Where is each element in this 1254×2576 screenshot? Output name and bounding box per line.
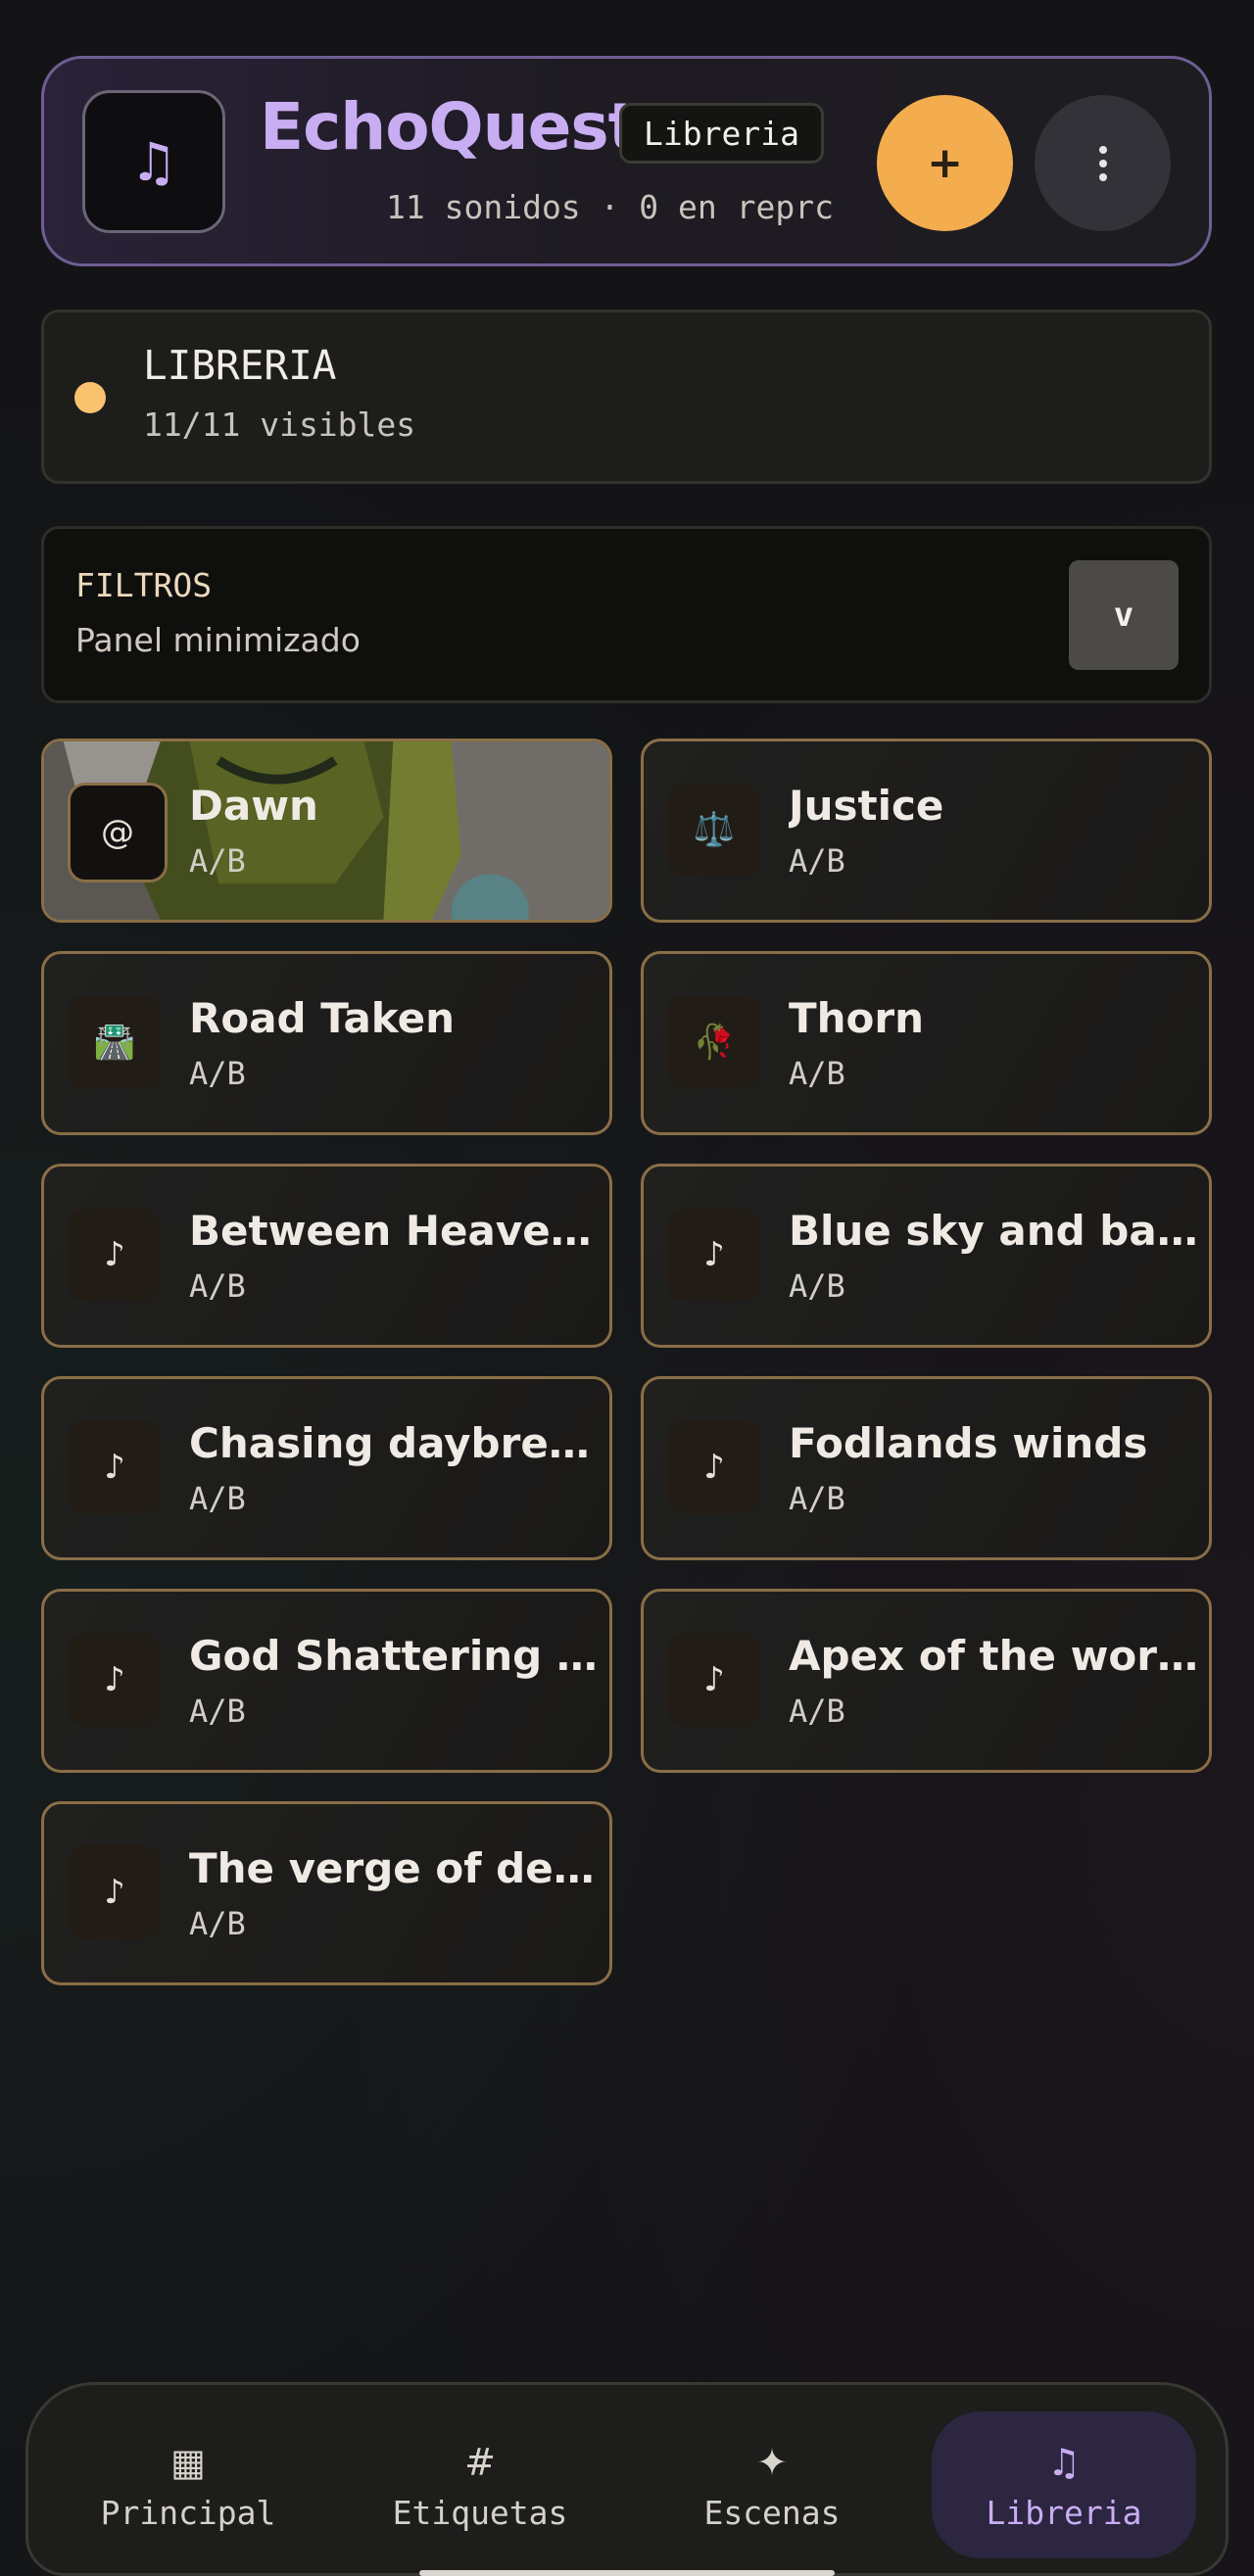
add-sound-button[interactable]: + (877, 95, 1013, 231)
section-badge: Libreria (619, 103, 824, 164)
filters-state: Panel minimizado (75, 621, 361, 659)
card-icon-glyph: ⚖️ (693, 810, 736, 849)
sound-variant: A/B (189, 842, 246, 880)
header-subtitle: 11 sonidos · 0 en reprc (386, 188, 834, 226)
sound-card[interactable]: ♪ Blue sky and battle A/B (641, 1164, 1212, 1348)
sound-card[interactable]: 🛣️ Road Taken A/B (41, 951, 612, 1135)
scales-icon: ⚖️ (667, 783, 761, 877)
sparkle-icon: ✦ (756, 2440, 788, 2484)
music-note-icon: ♪ (68, 1208, 162, 1302)
sound-card[interactable]: 🥀 Thorn A/B (641, 951, 1212, 1135)
nav-label: Principal (100, 2493, 276, 2532)
sound-title: Road Taken (189, 994, 455, 1042)
status-dot (74, 382, 106, 413)
sound-title: Apex of the world (789, 1632, 1200, 1680)
card-icon-glyph: ♪ (104, 1448, 125, 1487)
filters-title: FILTROS (75, 566, 213, 604)
nav-label: Libreria (986, 2493, 1142, 2532)
sound-variant: A/B (189, 1267, 246, 1305)
card-icon-glyph: ♪ (104, 1660, 125, 1699)
music-note-icon: ♪ (68, 1845, 162, 1939)
sound-card[interactable]: ♪ Apex of the world A/B (641, 1589, 1212, 1773)
sound-card[interactable]: @ Dawn A/B (41, 739, 612, 923)
sound-card[interactable]: ⚖️ Justice A/B (641, 739, 1212, 923)
at-sign-icon: @ (68, 783, 168, 883)
home-indicator (419, 2570, 835, 2576)
chevron-down-icon: v (1113, 596, 1134, 635)
hashtag-icon: # (464, 2440, 496, 2484)
filters-panel (41, 526, 1212, 703)
nav-item-principal[interactable]: ▦ Principal (56, 2411, 320, 2558)
sound-title: Dawn (189, 782, 318, 830)
nav-item-escenas[interactable]: ✦ Escenas (640, 2411, 904, 2558)
sound-variant: A/B (189, 1055, 246, 1092)
sound-variant: A/B (789, 1267, 845, 1305)
nav-item-etiquetas[interactable]: # Etiquetas (348, 2411, 612, 2558)
status-title: LIBRERIA (143, 342, 337, 389)
more-options-button[interactable] (1035, 95, 1171, 231)
nav-label: Escenas (703, 2493, 841, 2532)
card-icon-glyph: ♪ (703, 1235, 725, 1274)
music-note-icon: ♪ (68, 1420, 162, 1514)
sound-card[interactable]: ♪ Between Heaven a... A/B (41, 1164, 612, 1348)
nav-item-libreria[interactable]: ♫ Libreria (932, 2411, 1196, 2558)
kebab-menu-icon (1098, 145, 1107, 181)
grid-icon: ▦ (170, 2440, 206, 2484)
sound-variant: A/B (189, 1905, 246, 1942)
wilted-rose-icon: 🥀 (667, 995, 761, 1089)
sound-card[interactable]: ♪ Chasing daybreak A/B (41, 1376, 612, 1560)
sound-variant: A/B (189, 1693, 246, 1730)
sound-title: God Shattering Star (189, 1632, 601, 1680)
music-note-icon[interactable]: ♫ (82, 90, 225, 233)
music-note-icon: ♪ (667, 1420, 761, 1514)
sound-variant: A/B (789, 1480, 845, 1517)
sound-card[interactable]: ♪ Fodlands winds A/B (641, 1376, 1212, 1560)
sound-title: Justice (789, 782, 944, 830)
sound-title: The verge of death (189, 1844, 601, 1892)
road-icon: 🛣️ (68, 995, 162, 1089)
sound-card[interactable]: ♪ The verge of death A/B (41, 1801, 612, 1985)
card-icon-glyph: ♪ (703, 1448, 725, 1487)
sound-variant: A/B (789, 1693, 845, 1730)
sound-title: Chasing daybreak (189, 1419, 601, 1467)
sound-title: Fodlands winds (789, 1419, 1148, 1467)
sound-title: Blue sky and battle (789, 1207, 1200, 1255)
expand-filters-button[interactable]: v (1069, 560, 1179, 670)
sound-variant: A/B (189, 1480, 246, 1517)
app-icon-glyph: ♫ (129, 130, 178, 193)
card-icon-glyph: ♪ (104, 1235, 125, 1274)
sound-variant: A/B (789, 1055, 845, 1092)
app-title: EchoQuest (260, 89, 639, 165)
card-icon-glyph: ♪ (703, 1660, 725, 1699)
library-status-panel (41, 310, 1212, 484)
music-note-icon: ♪ (68, 1633, 162, 1727)
visible-count: 11/11 visibles (143, 405, 416, 444)
sound-title: Thorn (789, 994, 925, 1042)
music-note-icon: ♫ (1046, 2440, 1082, 2484)
sound-variant: A/B (789, 842, 845, 880)
plus-icon: + (927, 138, 963, 188)
music-note-icon: ♪ (667, 1208, 761, 1302)
card-icon-glyph: ♪ (104, 1873, 125, 1912)
card-icon-glyph: 🛣️ (93, 1023, 136, 1062)
nav-label: Etiquetas (392, 2493, 568, 2532)
card-icon-glyph: @ (101, 813, 134, 852)
card-icon-glyph: 🥀 (693, 1023, 736, 1062)
sound-card[interactable]: ♪ God Shattering Star A/B (41, 1589, 612, 1773)
sound-title: Between Heaven a... (189, 1207, 601, 1255)
music-note-icon: ♪ (667, 1633, 761, 1727)
